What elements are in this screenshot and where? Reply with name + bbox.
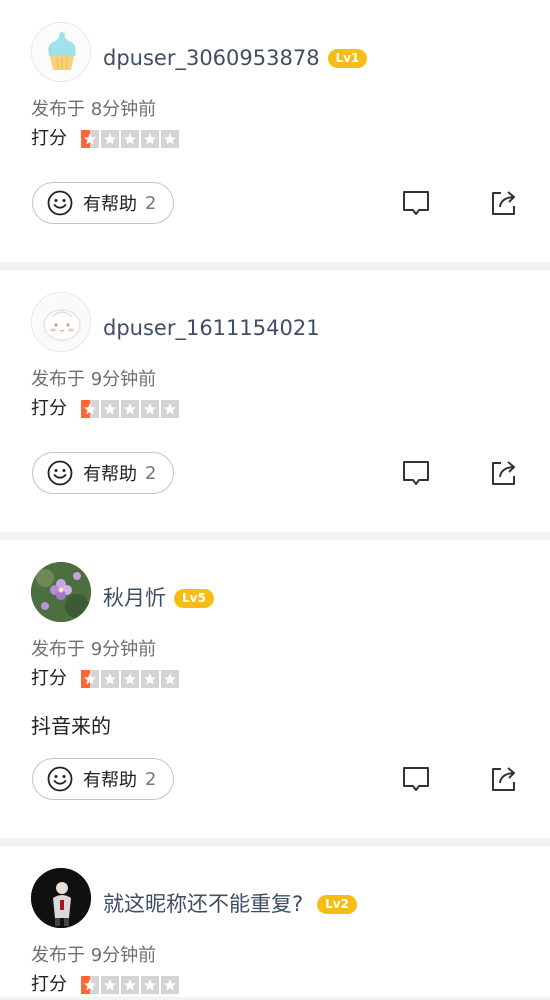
review-card: 秋月忻 Lv5 发布于 9分钟前 打分 抖音来的 有帮助 2 bbox=[0, 540, 550, 838]
helpful-label: 有帮助 bbox=[83, 770, 137, 791]
star-icon bbox=[160, 976, 179, 994]
share-icon[interactable] bbox=[488, 457, 520, 489]
star-icon bbox=[140, 670, 159, 688]
post-time: 发布于 9分钟前 bbox=[31, 369, 157, 390]
star-icon bbox=[100, 976, 119, 994]
star-icon bbox=[120, 130, 139, 148]
star-icon bbox=[80, 400, 99, 418]
comment-icon[interactable] bbox=[400, 763, 432, 795]
username[interactable]: dpuser_1611154021 bbox=[103, 314, 320, 342]
star-icon bbox=[100, 130, 119, 148]
post-time: 发布于 9分钟前 bbox=[31, 639, 157, 660]
level-badge: Lv1 bbox=[327, 49, 368, 68]
avatar[interactable] bbox=[31, 868, 91, 928]
score-label: 打分 bbox=[31, 974, 67, 995]
star-icon bbox=[100, 670, 119, 688]
helpful-count: 2 bbox=[145, 462, 157, 484]
avatar[interactable] bbox=[31, 22, 91, 82]
star-icon bbox=[80, 670, 99, 688]
username-text[interactable]: dpuser_1611154021 bbox=[103, 316, 320, 340]
smile-icon bbox=[47, 190, 73, 216]
star-icon bbox=[140, 130, 159, 148]
score-label: 打分 bbox=[31, 398, 67, 419]
star-icon bbox=[160, 400, 179, 418]
review-card: 就这昵称还不能重复? Lv2 发布于 9分钟前 打分 bbox=[0, 846, 550, 997]
helpful-count: 2 bbox=[145, 192, 157, 214]
star-icon bbox=[160, 130, 179, 148]
helpful-count: 2 bbox=[145, 768, 157, 790]
divider bbox=[0, 838, 550, 846]
share-icon[interactable] bbox=[488, 187, 520, 219]
star-icon bbox=[160, 670, 179, 688]
score-row: 打分 bbox=[31, 667, 181, 691]
score-label: 打分 bbox=[31, 668, 67, 689]
divider bbox=[0, 532, 550, 540]
helpful-label: 有帮助 bbox=[83, 464, 137, 485]
star-icon bbox=[100, 400, 119, 418]
review-card: dpuser_1611154021 发布于 9分钟前 打分 有帮助 2 bbox=[0, 270, 550, 532]
star-icon bbox=[120, 670, 139, 688]
level-badge: Lv2 bbox=[317, 895, 357, 914]
smile-icon bbox=[47, 460, 73, 486]
username-text[interactable]: dpuser_3060953878 bbox=[103, 46, 320, 70]
level-badge: Lv5 bbox=[174, 589, 214, 608]
post-time: 发布于 8分钟前 bbox=[31, 99, 157, 120]
star-rating bbox=[80, 976, 181, 994]
score-row: 打分 bbox=[31, 973, 181, 997]
avatar[interactable] bbox=[31, 292, 91, 352]
username-text[interactable]: 就这昵称还不能重复? bbox=[103, 892, 303, 916]
star-rating bbox=[80, 400, 181, 418]
star-icon bbox=[80, 130, 99, 148]
avatar[interactable] bbox=[31, 562, 91, 622]
username[interactable]: 就这昵称还不能重复? Lv2 bbox=[103, 890, 357, 918]
star-icon bbox=[140, 976, 159, 994]
smile-icon bbox=[47, 766, 73, 792]
star-rating bbox=[80, 130, 181, 148]
post-time: 发布于 9分钟前 bbox=[31, 945, 157, 966]
comment-icon[interactable] bbox=[400, 457, 432, 489]
star-icon bbox=[120, 400, 139, 418]
username[interactable]: dpuser_3060953878 Lv1 bbox=[103, 44, 368, 72]
username-text[interactable]: 秋月忻 bbox=[103, 586, 166, 610]
helpful-label: 有帮助 bbox=[83, 194, 137, 215]
score-row: 打分 bbox=[31, 397, 181, 421]
star-icon bbox=[140, 400, 159, 418]
helpful-button[interactable]: 有帮助 2 bbox=[32, 452, 174, 494]
helpful-button[interactable]: 有帮助 2 bbox=[32, 182, 174, 224]
score-row: 打分 bbox=[31, 127, 181, 151]
helpful-button[interactable]: 有帮助 2 bbox=[32, 758, 174, 800]
star-icon bbox=[120, 976, 139, 994]
review-content: 抖音来的 bbox=[31, 714, 111, 738]
score-label: 打分 bbox=[31, 128, 67, 149]
comment-icon[interactable] bbox=[400, 187, 432, 219]
star-rating bbox=[80, 670, 181, 688]
star-icon bbox=[80, 976, 99, 994]
review-card: dpuser_3060953878 Lv1 发布于 8分钟前 打分 有帮助 2 bbox=[0, 0, 550, 262]
share-icon[interactable] bbox=[488, 763, 520, 795]
username[interactable]: 秋月忻 Lv5 bbox=[103, 584, 214, 612]
divider bbox=[0, 262, 550, 270]
